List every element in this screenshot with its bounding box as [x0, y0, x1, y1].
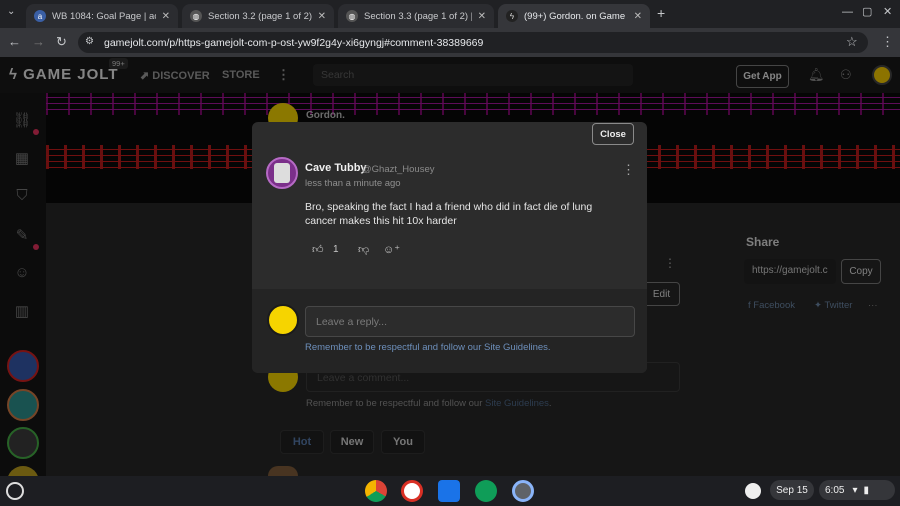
- dislike-button[interactable]: 👎︎: [358, 243, 369, 256]
- comment-options-icon[interactable]: ⋮: [622, 162, 635, 178]
- wifi-icon: ▾: [852, 484, 858, 496]
- commenter-name[interactable]: Cave Tubby: [305, 162, 367, 174]
- tab-title: Section 3.3 (page 1 of 2) | acec: [364, 10, 472, 22]
- emoji-add-icon: ☺⁺: [383, 244, 401, 256]
- acecon-favicon-icon: a: [34, 10, 46, 22]
- reload-icon[interactable]: ↻: [56, 34, 67, 50]
- app-icon-green[interactable]: [475, 480, 497, 502]
- tab-wb1084[interactable]: a WB 1084: Goal Page | acecon ✕: [26, 4, 178, 28]
- close-window-icon[interactable]: ✕: [883, 5, 892, 18]
- globe-favicon-icon: ◍: [346, 10, 358, 22]
- new-tab-button[interactable]: +: [657, 5, 665, 21]
- like-button[interactable]: 👍︎: [312, 243, 324, 256]
- thumbs-down-icon: 👎︎: [358, 244, 370, 256]
- gamejolt-favicon-icon: ϟ: [506, 10, 518, 22]
- reply-guidelines-note: Remember to be respectful and follow our…: [305, 342, 551, 353]
- close-tab-icon[interactable]: ✕: [162, 11, 170, 22]
- comment-timestamp[interactable]: less than a minute ago: [305, 178, 401, 189]
- bookmark-star-icon[interactable]: ☆: [846, 34, 858, 50]
- avatar-figure: [274, 163, 290, 183]
- add-reaction-button[interactable]: ☺⁺: [383, 243, 400, 256]
- tab-search-icon[interactable]: ⌄: [7, 6, 15, 17]
- chrome-app-icon[interactable]: [365, 480, 387, 502]
- tab-section-3-2[interactable]: ◍ Section 3.2 (page 1 of 2) | acec ✕: [182, 4, 334, 28]
- tab-gamejolt[interactable]: ϟ (99+) Gordon. on Game Jolt: "I ✕: [498, 4, 650, 28]
- site-guidelines-link[interactable]: Site Guidelines: [484, 342, 548, 353]
- browser-menu-icon[interactable]: ⋮: [881, 34, 894, 50]
- maximize-window-icon[interactable]: ▢: [862, 5, 872, 18]
- guidelines-suffix: .: [547, 342, 551, 353]
- close-button[interactable]: Close: [592, 123, 634, 145]
- stylus-tools-icon[interactable]: [745, 483, 761, 499]
- tab-title: (99+) Gordon. on Game Jolt: "I: [524, 10, 628, 22]
- system-tray[interactable]: 6:05 ▾ ▮: [819, 480, 895, 500]
- like-count: 1: [333, 244, 339, 255]
- date-indicator[interactable]: Sep 15: [770, 480, 814, 500]
- url-text[interactable]: gamejolt.com/p/https-gamejolt-com-p-ost-…: [104, 37, 483, 49]
- globe-favicon-icon: ◍: [190, 10, 202, 22]
- browser-tab-strip: ⌄ a WB 1084: Goal Page | acecon ✕ ◍ Sect…: [0, 0, 900, 28]
- reply-input[interactable]: Leave a reply...: [305, 306, 635, 337]
- comment-body: Bro, speaking the fact I had a friend wh…: [305, 201, 593, 227]
- close-tab-icon[interactable]: ✕: [634, 11, 642, 22]
- clock-time: 6:05: [825, 484, 845, 496]
- tab-title: Section 3.2 (page 1 of 2) | acec: [208, 10, 312, 22]
- minimize-window-icon[interactable]: —: [842, 6, 853, 18]
- tab-section-3-3[interactable]: ◍ Section 3.3 (page 1 of 2) | acec ✕: [338, 4, 494, 28]
- close-tab-icon[interactable]: ✕: [478, 11, 486, 22]
- tab-title: WB 1084: Goal Page | acecon: [52, 10, 156, 22]
- battery-icon: ▮: [863, 484, 870, 496]
- commenter-handle[interactable]: @Ghazt_Housey: [362, 164, 434, 175]
- reply-user-avatar: [267, 304, 299, 336]
- settings-app-icon[interactable]: [512, 480, 534, 502]
- close-tab-icon[interactable]: ✕: [318, 11, 326, 22]
- forward-icon[interactable]: →: [32, 34, 45, 49]
- guidelines-prefix: Remember to be respectful and follow our: [305, 342, 485, 353]
- launcher-icon[interactable]: [6, 482, 24, 500]
- site-info-icon[interactable]: ⚙: [85, 36, 94, 47]
- thumbs-up-icon: 👍︎: [312, 244, 324, 256]
- gmail-app-icon[interactable]: [401, 480, 423, 502]
- commenter-avatar[interactable]: [266, 157, 298, 189]
- back-icon[interactable]: ←: [8, 34, 21, 49]
- files-app-icon[interactable]: [438, 480, 460, 502]
